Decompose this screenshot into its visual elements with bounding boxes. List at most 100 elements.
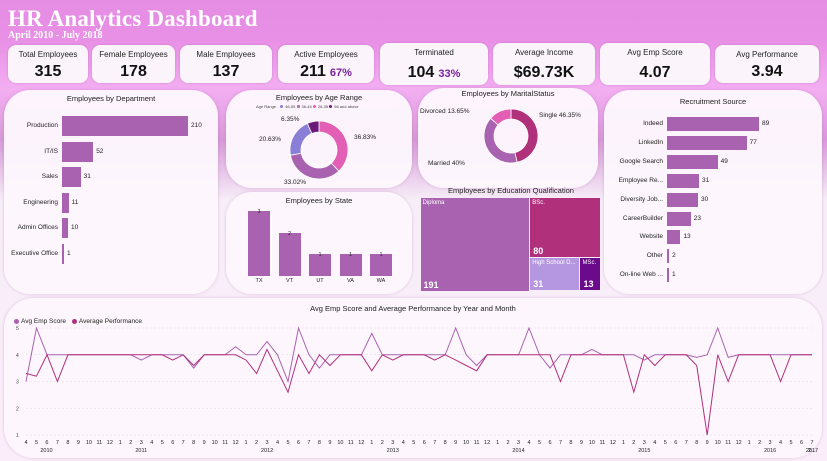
treemap-tile-label: High School D... (532, 260, 576, 267)
x-tick-label: 7 (559, 440, 562, 446)
y-tick-label: 4 (16, 353, 19, 359)
panel-employees-by-department: Employees by Department Production 210 IT/… (4, 90, 218, 294)
kpi-terminated[interactable]: Terminated 104 33% (380, 43, 488, 85)
data-label: Single 46.35% (539, 112, 581, 119)
bar-row: Website 13 (640, 230, 759, 245)
bar-value-label: 1 (67, 249, 71, 257)
panel-title: Recruitment Source (679, 97, 747, 106)
year-label: 2012 (261, 448, 273, 454)
bar-category-label: Indeed (643, 120, 663, 127)
x-tick-label: 1 (748, 440, 751, 446)
bar-value-label: 89 (762, 120, 770, 127)
x-tick-label: 6 (800, 440, 803, 446)
bar-row: Google Search 49 (620, 154, 759, 169)
bar-value-label: 3 (257, 209, 261, 215)
kpi-male-employees[interactable]: Male Employees 137 (180, 45, 272, 83)
treemap-tile-label: MSc. (582, 260, 597, 267)
bar-category-label: On-line Web ... (619, 271, 663, 279)
kpi-avg-emp-score[interactable]: Avg Emp Score 4.07 (600, 43, 710, 85)
bar-category-label: Diversity Job... (620, 195, 663, 203)
age-donut-chart: 36.83% 33.02% 20.63% 6.35% (259, 116, 376, 186)
bar-category-label: VA (347, 278, 354, 284)
bar-value-label: 1 (379, 252, 383, 259)
kpi-average-income[interactable]: Average Income $69.73K (493, 43, 595, 85)
kpi-value: 178 (120, 63, 147, 80)
x-tick-label: 6 (674, 440, 677, 446)
bar-category-label: IT/IS (44, 147, 58, 155)
x-tick-label: 12 (484, 440, 490, 446)
donut-slice (289, 122, 313, 156)
x-tick-label: 2 (381, 440, 384, 446)
bar (667, 173, 700, 188)
x-tick-label: 6 (45, 440, 48, 446)
kpi-value: 137 (212, 63, 240, 80)
bar-category-label: Website (639, 233, 663, 241)
donut-slice (290, 152, 340, 180)
bar (248, 211, 270, 276)
x-tick-label: 5 (412, 440, 415, 446)
bar-value-label: 23 (693, 214, 701, 222)
kpi-value: 3.94 (751, 63, 783, 80)
panel-title: Employees by State (285, 196, 353, 205)
panel-title: Employees by Education Qualification (448, 186, 574, 195)
x-tick-label: 7 (56, 440, 59, 446)
y-tick-label: 2 (16, 406, 19, 412)
year-label: 2011 (135, 448, 147, 454)
kpi-value: 211 (300, 63, 326, 80)
kpi-percent: 67% (329, 67, 352, 79)
date-range-subtitle: April 2010 - July 2018 (8, 30, 103, 41)
bar (62, 218, 68, 238)
x-tick-label: 7 (685, 440, 688, 446)
x-tick-label: 8 (695, 440, 698, 446)
bar-value-label: 1 (349, 252, 352, 259)
x-tick-label: 4 (24, 440, 27, 446)
x-tick-label: 5 (790, 440, 793, 446)
panel-title: Employees by Department (66, 94, 156, 103)
x-tick-label: 9 (77, 440, 80, 446)
kpi-avg-performance[interactable]: Avg Performance 3.94 (715, 45, 819, 83)
x-tick-label: 1 (119, 440, 122, 446)
department-bar-chart: Production 210 IT/IS 52 Sales 31 Engineering 11… (11, 116, 212, 292)
bar-category-label: Production (26, 122, 58, 129)
x-tick-label: 2 (632, 440, 635, 446)
treemap-tile-value: 80 (533, 246, 544, 257)
bar-row: Executive Office 1 (11, 243, 188, 264)
bar (62, 243, 64, 264)
bar-value-label: 49 (720, 157, 728, 165)
bar-category-label: Executive Office (11, 249, 58, 257)
kpi-total-employees[interactable]: Total Employees 315 (8, 45, 88, 83)
x-tick-label: 6 (423, 440, 426, 446)
bar-category-label: UT (316, 278, 324, 284)
panel-recruitment-source: Recruitment Source Indeed 89 LinkedIn 77 Goo… (604, 90, 822, 294)
bar-value-label: 10 (71, 224, 79, 231)
kpi-label: Total Employees (18, 50, 78, 59)
x-tick-label: 6 (297, 440, 300, 446)
x-tick-label: 6 (548, 440, 551, 446)
x-tick-label: 7 (810, 440, 813, 446)
x-tick-label: 9 (328, 440, 331, 446)
x-tick-label: 11 (348, 440, 354, 446)
x-tick-label: 5 (538, 440, 541, 446)
x-tick-label: 12 (107, 440, 113, 446)
bar-value-label: 13 (683, 233, 691, 241)
x-tick-label: 11 (600, 440, 606, 446)
bar-category-label: Admin Offices (17, 224, 58, 231)
x-tick-label: 5 (286, 440, 289, 446)
bar-category-label: VT (285, 278, 294, 284)
bar-row: Admin Offices 10 (18, 218, 188, 238)
x-tick-label: 10 (463, 440, 469, 446)
kpi-female-employees[interactable]: Female Employees 178 (92, 45, 175, 83)
bar-value-label: 1 (672, 271, 676, 279)
kpi-percent: 33% (438, 68, 461, 80)
x-tick-label: 10 (212, 440, 218, 446)
year-label: 2014 (512, 448, 524, 454)
kpi-value: 315 (34, 63, 62, 80)
x-tick-label: 9 (454, 440, 457, 446)
kpi-active-employees[interactable]: Active Employees 211 67% (278, 45, 374, 83)
x-tick-label: 9 (580, 440, 583, 446)
bar-category-label: Google Search (619, 157, 663, 165)
kpi-label: Terminated (414, 48, 454, 57)
y-tick-label: 1 (16, 433, 19, 439)
bar (62, 116, 188, 136)
bar-value-label: 11 (71, 198, 79, 206)
